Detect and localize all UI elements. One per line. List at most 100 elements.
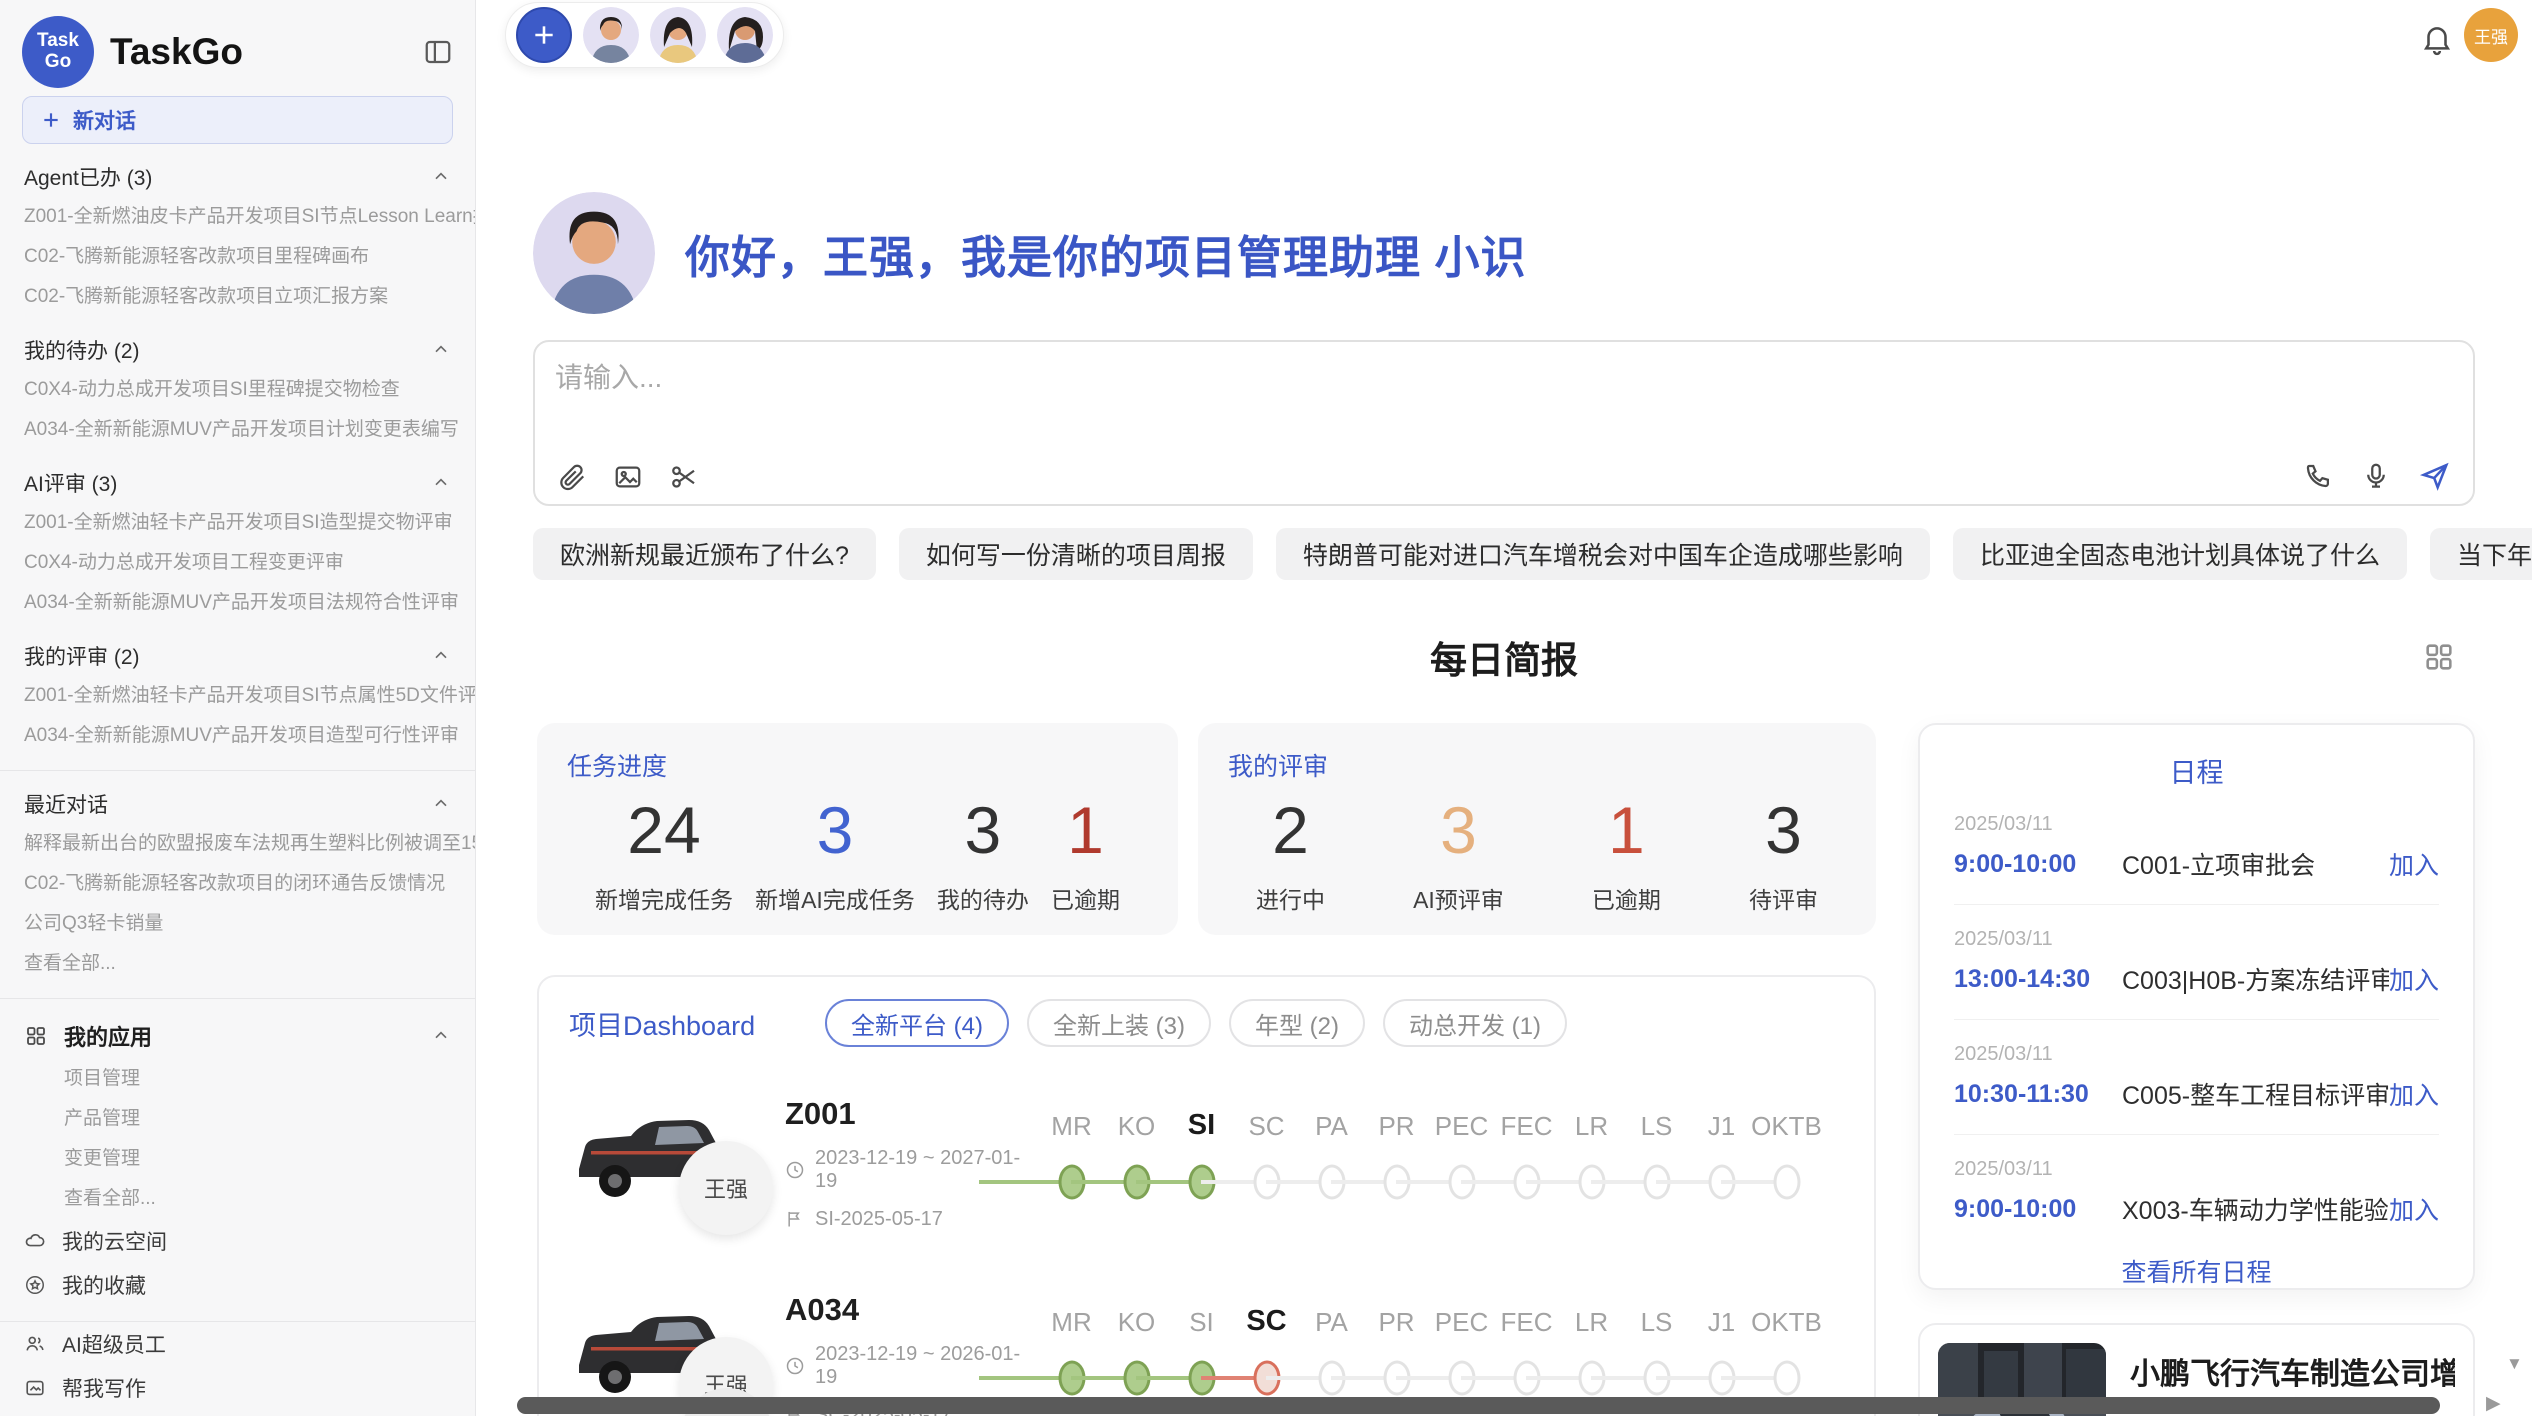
sidebar-item[interactable]: A034-全新新能源MUV产品开发项目造型可行性评审 [0,716,475,756]
sidebar-item-creative-draw[interactable]: 创意制图 [0,1410,475,1416]
sidebar-section-recent-chats[interactable]: 最近对话 [0,784,475,824]
greeting-text: 你好，王强，我是你的项目管理助理 小识 [685,221,1527,286]
suggestion-chip[interactable]: 欧洲新规最近颁布了什么? [533,528,876,580]
tab-new-platform[interactable]: 全新平台 (4) [825,999,1009,1047]
sidebar-item[interactable]: A034-全新新能源MUV产品开发项目计划变更表编写 [0,410,475,450]
my-review-card: 我的评审 2 进行中 3 AI预评审 1 已逾期 3 [1198,723,1876,935]
stat: 2 进行中 [1256,793,1325,915]
layout-grid-icon[interactable] [2422,640,2456,674]
join-link[interactable]: 加入 [2389,961,2439,997]
add-assistant-button[interactable] [516,7,572,63]
horizontal-scrollbar-thumb[interactable] [517,1397,2440,1414]
sidebar-item-change-mgmt[interactable]: 变更管理 [0,1139,475,1179]
stat: 1 已逾期 [1592,793,1661,915]
image-icon[interactable] [613,462,643,492]
scroll-down-arrow[interactable]: ▼ [2506,1354,2523,1374]
stat: 1 已逾期 [1051,793,1120,915]
sidebar-item[interactable]: Z001-全新燃油轻卡产品开发项目SI节点属性5D文件评审 [0,676,475,716]
chat-composer [533,340,2475,506]
chevron-up-icon [431,794,451,814]
sidebar-item[interactable]: A034-全新新能源MUV产品开发项目法规符合性评审 [0,583,475,623]
sidebar-item-cloud-space[interactable]: 我的云空间 [0,1219,475,1263]
send-icon[interactable] [2419,460,2451,492]
suggestion-chip[interactable]: 特朗普可能对进口汽车增税会对中国车企造成哪些影响 [1276,528,1930,580]
sidebar-section-agent-done[interactable]: Agent已办 (3) [0,157,475,197]
avatar[interactable] [583,7,639,63]
sidebar-section-ai-review[interactable]: AI评审 (3) [0,463,475,503]
stat-cards: 任务进度 24 新增完成任务 3 新增AI完成任务 3 我的待办 [537,723,1876,935]
divider [1954,1134,2439,1135]
app-title: TaskGo [110,31,423,73]
logo-text-bottom: Go [45,52,71,73]
project-row[interactable]: 王强 A034 2023-12-19 ~ 2026-01-19 S [569,1273,1844,1416]
sidebar-item[interactable]: Z001-全新燃油轻卡产品开发项目SI造型提交物评审 [0,503,475,543]
sidebar-item-view-all[interactable]: 查看全部... [0,944,475,984]
milestone-cell: PA [1299,1304,1364,1406]
user-avatar[interactable]: 王强 [2464,8,2518,62]
chat-input[interactable] [555,356,2453,444]
project-row[interactable]: 王强 Z001 2023-12-19 ~ 2027-01-19 S [569,1077,1844,1249]
phone-icon[interactable] [2303,461,2333,491]
milestone-cell: SC [1234,1108,1299,1210]
sidebar-item[interactable]: C0X4-动力总成开发项目SI里程碑提交物检查 [0,370,475,410]
project-dates: 2023-12-19 ~ 2027-01-19 [815,1147,1035,1193]
sidebar-item[interactable]: 解释最新出台的欧盟报废车法规再生塑料比例被调至15%... [0,824,475,864]
sidebar-section-my-todo[interactable]: 我的待办 (2) [0,330,475,370]
flag-icon [785,1209,805,1229]
tool-label: 帮我写作 [62,1373,146,1403]
sidebar-item-view-all[interactable]: 查看全部... [0,1179,475,1219]
section-title: Agent已办 (3) [24,162,152,192]
new-chat-button[interactable]: 新对话 [22,96,453,144]
join-link[interactable]: 加入 [2389,1191,2439,1227]
scroll-right-arrow[interactable]: ▶ [2486,1392,2501,1415]
collapse-sidebar-icon[interactable] [423,37,453,67]
tab-model-year[interactable]: 年型 (2) [1229,999,1365,1047]
suggestion-chip[interactable]: 如何写一份清晰的项目周报 [899,528,1253,580]
sidebar-item-help-write[interactable]: 帮我写作 [0,1366,475,1410]
view-all-schedule-link[interactable]: 查看所有日程 [2121,1253,2271,1289]
sidebar-item[interactable]: C0X4-动力总成开发项目工程变更评审 [0,543,475,583]
sidebar-item-project-mgmt[interactable]: 项目管理 [0,1059,475,1099]
sidebar-item[interactable]: C02-飞腾新能源轻客改款项目里程碑画布 [0,237,475,277]
sidebar-item[interactable]: C02-飞腾新能源轻客改款项目立项汇报方案 [0,277,475,317]
milestone-cell: LR [1559,1108,1624,1210]
avatar[interactable] [650,7,706,63]
scissors-icon[interactable] [669,462,699,492]
stat-value: 1 [1592,793,1661,869]
sidebar-item-ai-super-staff[interactable]: AI超级员工 [0,1322,475,1366]
section-title: 我的待办 (2) [24,335,140,365]
sidebar-item[interactable]: Z001-全新燃油皮卡产品开发项目SI节点Lesson Learn报告 [0,197,475,237]
join-link[interactable]: 加入 [2389,846,2439,882]
stat-label: AI预评审 [1413,881,1504,915]
stat-value: 3 [1413,793,1504,869]
clock-icon [785,1160,805,1180]
milestone-cell: KO [1104,1304,1169,1406]
event-title: C001-立项审批会 [2122,846,2389,882]
sidebar-section-my-review[interactable]: 我的评审 (2) [0,636,475,676]
milestone-cell: SI [1169,1108,1234,1210]
join-link[interactable]: 加入 [2389,1076,2439,1112]
sidebar-item-product-mgmt[interactable]: 产品管理 [0,1099,475,1139]
grid-icon [24,1024,48,1048]
project-flag: SI-2025-05-17 [815,1208,943,1231]
sidebar-section-my-apps[interactable]: 我的应用 [0,1013,475,1059]
avatar[interactable] [717,7,773,63]
stat-label: 待评审 [1749,881,1818,915]
milestone-dot [1773,1165,1800,1200]
attachment-icon[interactable] [557,462,587,492]
sidebar-item[interactable]: 公司Q3轻卡销量 [0,904,475,944]
dashboard-title: 项目Dashboard [569,1004,825,1043]
sidebar-item-favorites[interactable]: 我的收藏 [0,1263,475,1307]
tab-powertrain[interactable]: 动总开发 (1) [1383,999,1567,1047]
microphone-icon[interactable] [2361,461,2391,491]
stat: 3 新增AI完成任务 [755,793,915,915]
notification-bell-icon[interactable] [2420,22,2454,56]
milestone-cell: LS [1624,1108,1689,1210]
tab-new-body[interactable]: 全新上装 (3) [1027,999,1211,1047]
sidebar-item[interactable]: C02-飞腾新能源轻客改款项目的闭环通告反馈情况 [0,864,475,904]
milestone-cell: MR [1039,1108,1104,1210]
stat: 24 新增完成任务 [595,793,733,915]
suggestion-chip[interactable]: 当下年轻人对汽车外观有怎样的喜好趋势 [2430,528,2532,580]
suggestion-chip[interactable]: 比亚迪全固态电池计划具体说了什么 [1953,528,2407,580]
stat-label: 已逾期 [1051,881,1120,915]
